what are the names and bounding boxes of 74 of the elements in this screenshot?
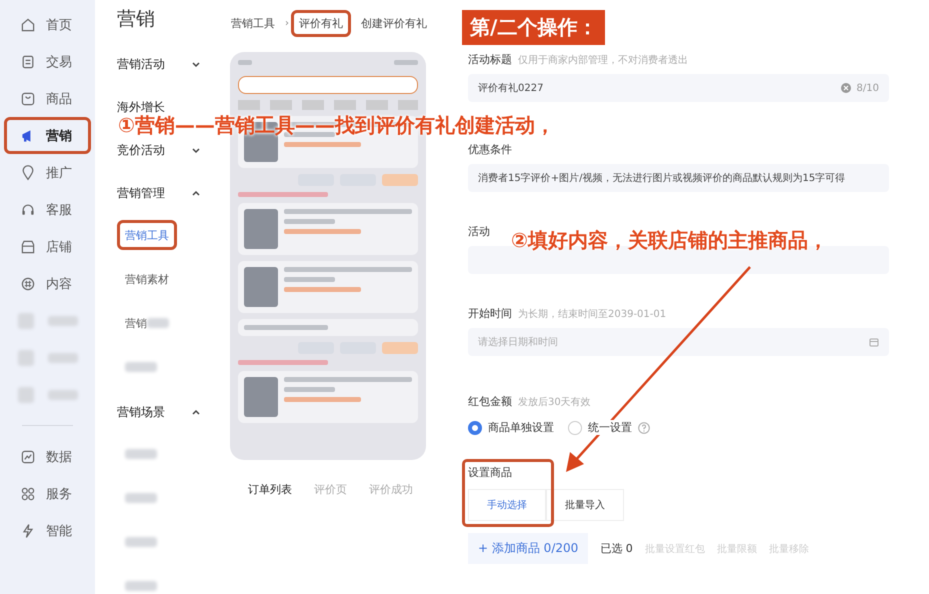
breadcrumb-item[interactable]: 营销工具 (223, 10, 283, 36)
redacted-text (125, 362, 157, 372)
menu-item[interactable]: 营销工具 (117, 220, 177, 250)
nav-item[interactable]: 交易 (4, 43, 91, 80)
selected-count: 已选 0 (600, 541, 633, 556)
store-icon (20, 238, 36, 254)
menu-title: 营销 (117, 7, 156, 32)
redacted-label (48, 316, 78, 326)
field-hint: 仅用于商家内部管理，不对消费者透出 (518, 54, 688, 67)
field-label: 优惠条件 (468, 142, 512, 157)
preview-tab[interactable]: 订单列表 (248, 482, 292, 497)
nav-item[interactable]: 数据 (4, 438, 91, 475)
menu-group[interactable]: 营销活动 (117, 56, 165, 72)
pin-icon (20, 164, 36, 180)
nav-item[interactable]: 店铺 (4, 228, 91, 265)
title-input[interactable]: 评价有礼0227 8/10 (468, 74, 889, 102)
redacted-label (48, 390, 78, 400)
radio-button[interactable] (468, 420, 482, 434)
condition-field[interactable]: 消费者15字评价+图片/视频，无法进行图片或视频评价的商品默认规则为15字可得 (468, 164, 889, 192)
redacted-icon (18, 386, 34, 402)
breadcrumb-item[interactable]: 创建评价有礼 (353, 10, 435, 36)
radio-label[interactable]: 商品单独设置 (488, 420, 554, 435)
nav-item[interactable]: 商品 (4, 80, 91, 117)
nav-item[interactable]: 客服 (4, 191, 91, 228)
annotation-text: ②填好内容，关联店铺的主推商品， (511, 227, 828, 254)
hash-circle-icon (20, 276, 36, 292)
field-hint: 为长期，结束时间至2039-01-01 (518, 308, 666, 321)
redacted-text (125, 493, 157, 503)
chart-icon (20, 448, 36, 464)
mode-button[interactable]: 批量导入 (546, 489, 624, 521)
menu-group[interactable]: 营销管理 (117, 184, 165, 202)
field-label: 活动标题 (468, 52, 512, 67)
caret-up-icon[interactable] (191, 407, 201, 417)
calendar-icon[interactable] (869, 337, 879, 347)
field-label: 开始时间 (468, 306, 512, 321)
nav-item[interactable]: 推广 (4, 154, 91, 191)
help-icon[interactable] (638, 422, 650, 434)
field-label: 红包金额 (468, 394, 512, 409)
menu-group[interactable]: 海外增长 (117, 98, 165, 116)
nav-item[interactable]: 营销 (4, 117, 91, 154)
redacted-text (147, 318, 169, 328)
field-label: 设置商品 (468, 465, 512, 480)
menu-item[interactable]: 营销 (125, 316, 147, 330)
redacted-icon (18, 312, 34, 328)
field-label: 活动 (468, 224, 490, 239)
bag-icon (20, 90, 36, 106)
bolt-icon (20, 522, 36, 538)
redacted-text (125, 581, 157, 591)
redacted-icon (18, 350, 34, 366)
grid-icon (20, 486, 36, 502)
menu-group[interactable]: 竞价活动 (117, 142, 165, 158)
clear-icon[interactable] (840, 83, 851, 93)
radio-button[interactable] (568, 420, 582, 434)
home-icon (20, 16, 36, 32)
caret-up-icon[interactable] (191, 188, 201, 198)
field-hint: 发放后30天有效 (518, 396, 591, 409)
char-counter: 8/10 (856, 82, 879, 94)
nav-item[interactable]: 内容 (4, 265, 91, 302)
add-product-button[interactable]: + 添加商品 0/200 (468, 533, 588, 564)
redacted-label (48, 352, 78, 362)
breadcrumb-separator: › (285, 18, 289, 28)
annotation-banner: 第/二个操作： (462, 10, 606, 45)
nav-item[interactable]: 首页 (4, 6, 91, 43)
breadcrumb-item[interactable]: 评价有礼 (291, 10, 351, 36)
radio-label[interactable]: 统一设置 (588, 420, 632, 435)
menu-item[interactable]: 营销素材 (117, 264, 177, 294)
nav-item[interactable]: 智能 (4, 512, 91, 549)
redacted-text (125, 449, 157, 459)
document-icon (20, 54, 36, 70)
headset-icon (20, 202, 36, 218)
nav-item[interactable]: 服务 (4, 475, 91, 512)
mode-button[interactable]: 手动选择 (468, 489, 546, 521)
menu-group[interactable]: 营销场景 (117, 404, 165, 420)
redacted-text (125, 537, 157, 547)
